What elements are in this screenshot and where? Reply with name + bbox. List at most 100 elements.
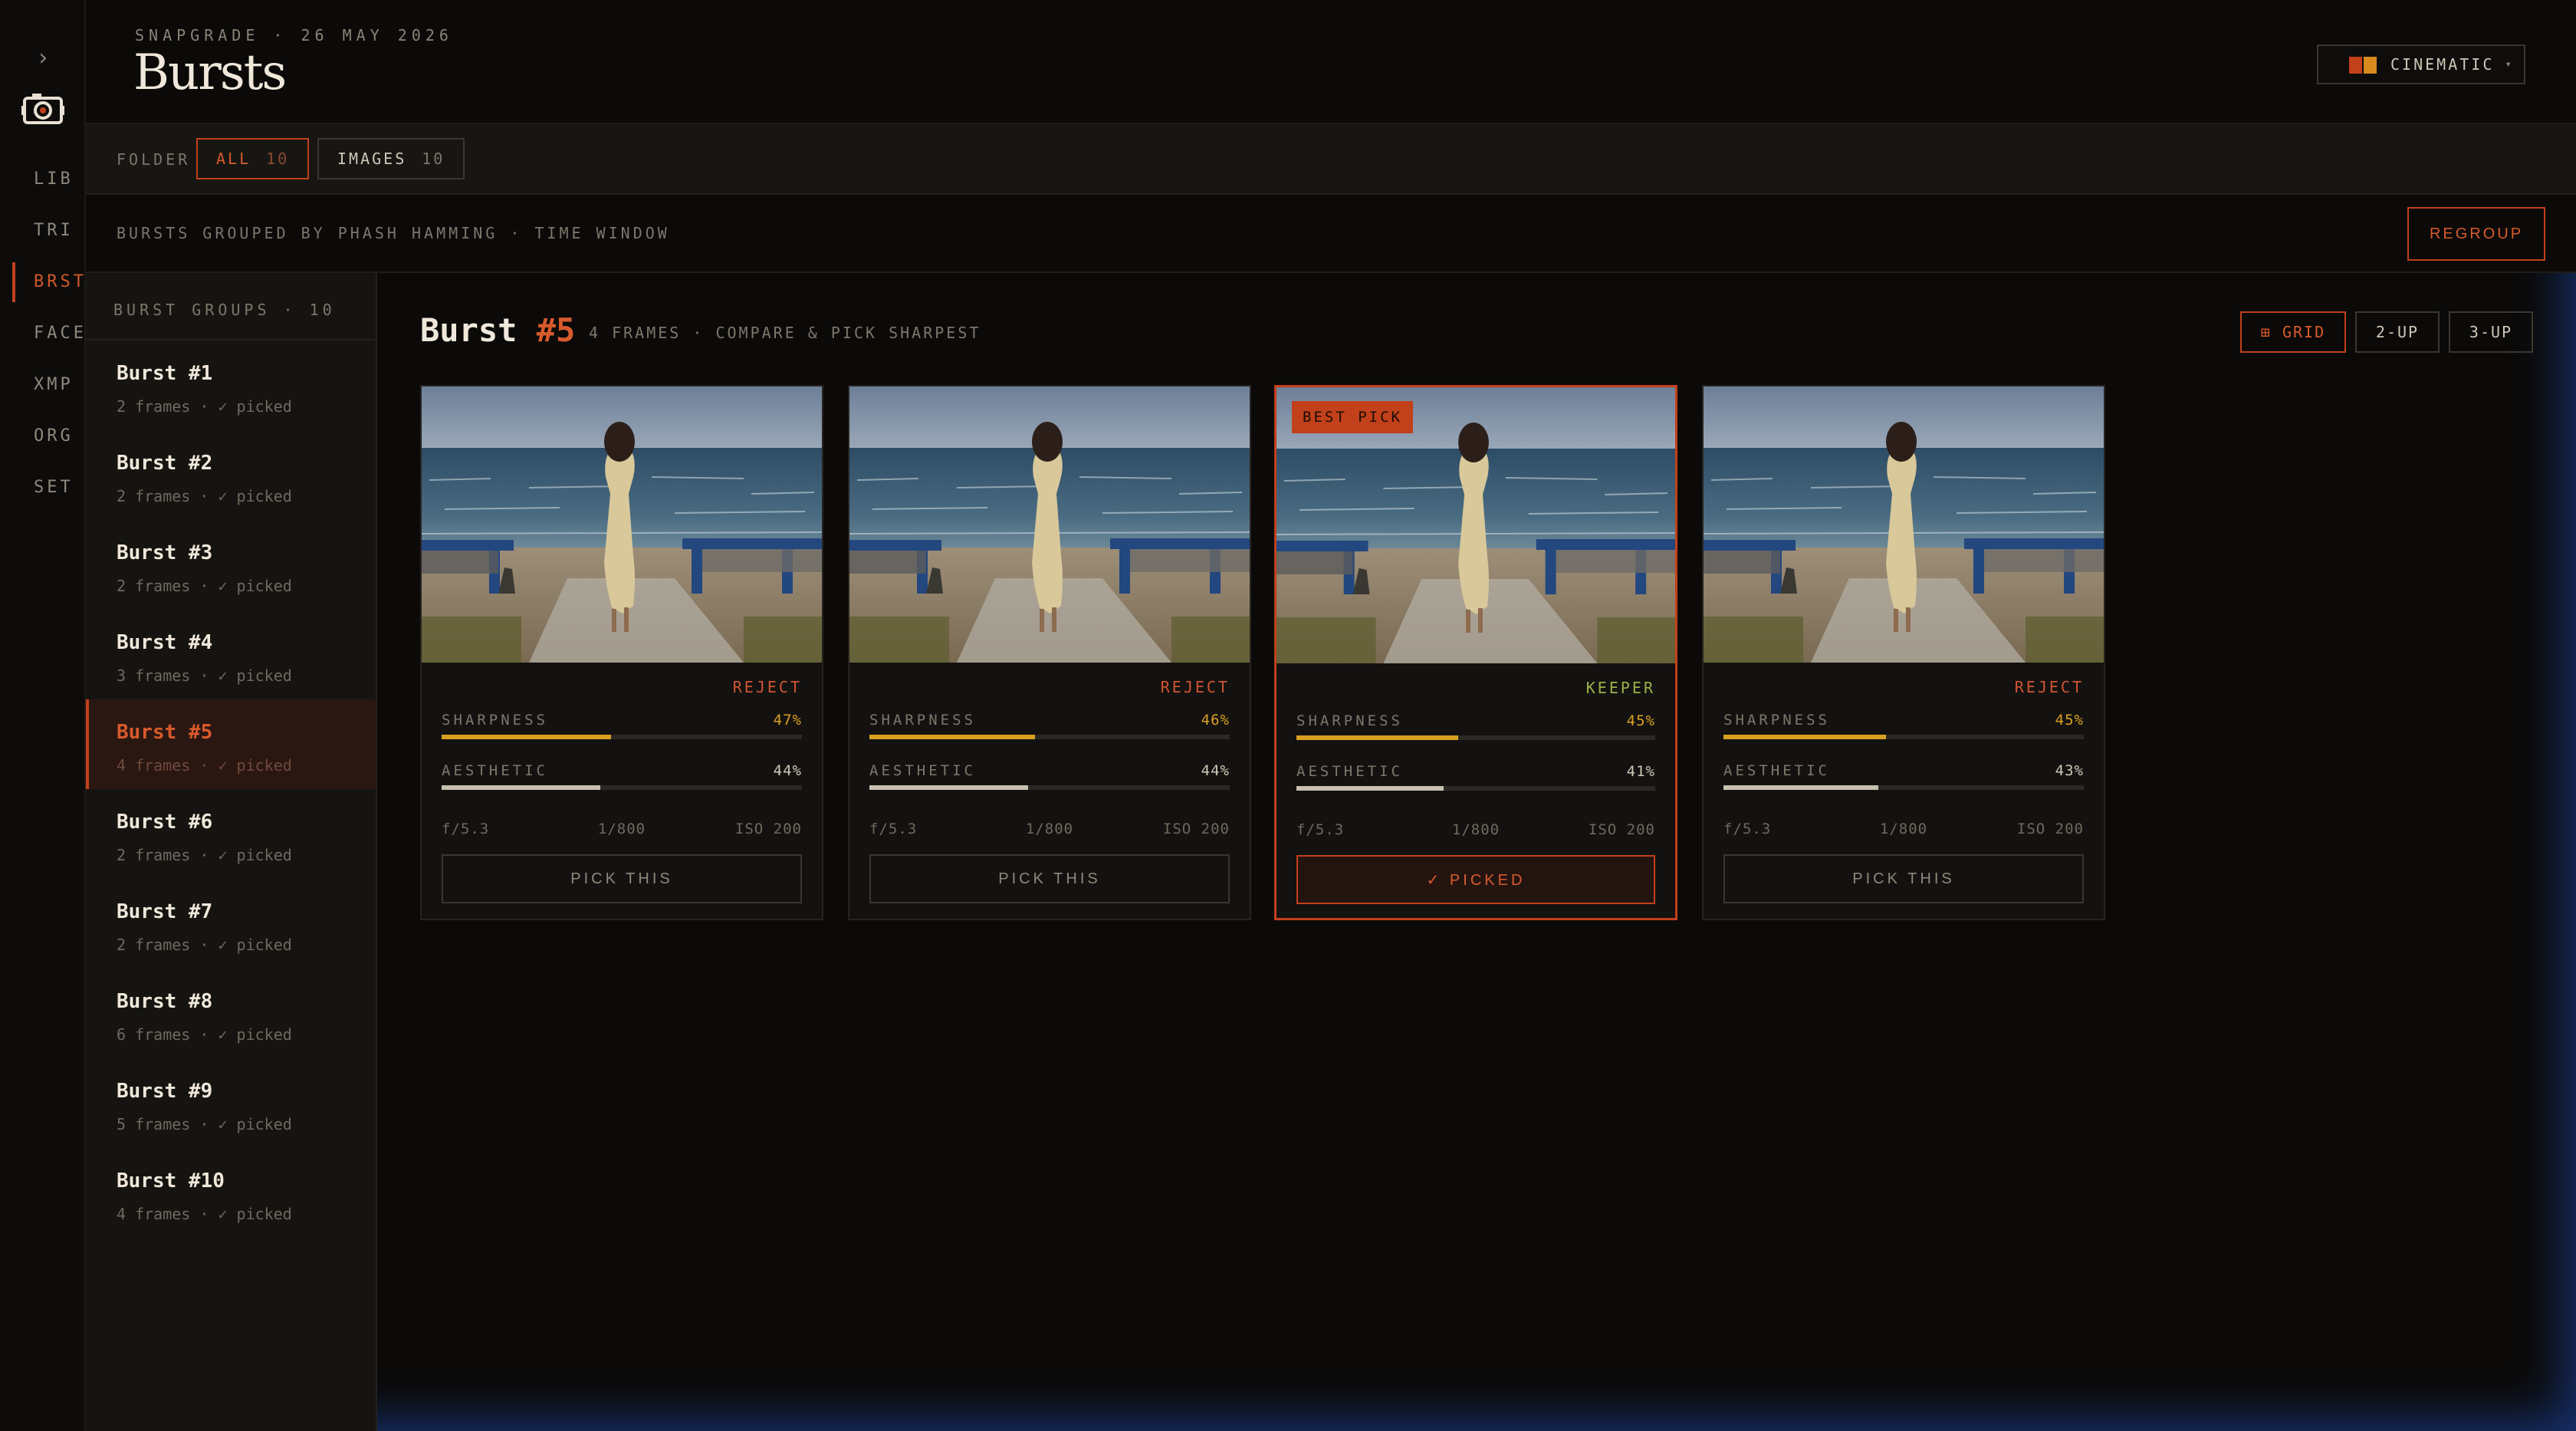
burst-group-name: Burst #10: [117, 1169, 225, 1192]
burst-group-name: Burst #5: [117, 721, 213, 744]
metric-bar-fill: [442, 785, 600, 790]
burst-group-name: Burst #7: [117, 900, 213, 923]
metric-value: 41%: [1626, 763, 1655, 780]
burst-title: Burst #5: [420, 311, 575, 349]
frame-thumbnail[interactable]: [1704, 387, 2104, 663]
burst-group-name: Burst #1: [117, 362, 213, 385]
chip-count: 10: [422, 150, 445, 168]
folder-chip-images[interactable]: IMAGES 10: [317, 138, 465, 179]
folder-chip-all[interactable]: ALL 10: [196, 138, 310, 179]
metric-bar: [869, 785, 1230, 790]
burst-group-sub: 2 frames · ✓ picked: [117, 397, 292, 416]
frame-thumbnail[interactable]: [422, 387, 822, 663]
burst-group-sub: 4 frames · ✓ picked: [117, 1205, 292, 1223]
exif-shutter: 1/800: [1451, 821, 1500, 838]
rail-item-library[interactable]: LIB: [0, 160, 86, 199]
metric-bar: [442, 735, 802, 739]
metric-bar-fill: [1296, 786, 1444, 791]
burst-subtitle: 4 FRAMES · COMPARE & PICK SHARPEST: [589, 324, 981, 342]
rail-item-faces[interactable]: FACE: [0, 314, 86, 354]
view-2up-button[interactable]: 2-UP: [2355, 311, 2440, 353]
left-rail: › LIB TRI BRST FACE XMP ORG SET: [0, 0, 86, 1431]
metric-label: AESTHETIC: [1723, 762, 1830, 779]
burst-group-item-selected[interactable]: Burst #5 4 frames · ✓ picked: [86, 699, 376, 789]
exif-shutter: 1/800: [597, 821, 646, 837]
view-3up-button[interactable]: 3-UP: [2449, 311, 2533, 353]
burst-group-sub: 2 frames · ✓ picked: [117, 846, 292, 864]
theme-swatch-icon: [2349, 57, 2377, 74]
rail-item-settings[interactable]: SET: [0, 468, 86, 508]
header-meta: SNAPGRADE · 26 MAY 2026: [135, 26, 453, 44]
burst-group-item[interactable]: Burst #8 6 frames · ✓ picked: [86, 969, 376, 1058]
burst-group-sub: 2 frames · ✓ picked: [117, 577, 292, 595]
burst-group-item[interactable]: Burst #3 2 frames · ✓ picked: [86, 520, 376, 610]
chip-count: 10: [266, 150, 290, 168]
exif-iso: ISO 200: [734, 821, 802, 837]
metric-label: SHARPNESS: [1296, 712, 1403, 729]
metric-bar: [1723, 785, 2084, 790]
burst-title-number: #5: [536, 311, 576, 349]
burst-group-item[interactable]: Burst #4 3 frames · ✓ picked: [86, 610, 376, 699]
frame-card-best[interactable]: BEST PICK KEEPER SHARPNESS 45% AESTHETIC 41% f…: [1274, 385, 1677, 920]
metric-bar-fill: [869, 735, 1036, 739]
burst-group-item[interactable]: Burst #1 2 frames · ✓ picked: [86, 340, 376, 430]
burst-group-item[interactable]: Burst #9 5 frames · ✓ picked: [86, 1058, 376, 1148]
frame-card[interactable]: REJECT SHARPNESS 46% AESTHETIC 44% f/5.3 1/800…: [848, 385, 1251, 920]
rail-item-bursts[interactable]: BRST: [0, 262, 86, 302]
metric-value: 43%: [2055, 762, 2084, 779]
regroup-button[interactable]: REGROUP: [2407, 207, 2545, 261]
metric-value: 47%: [773, 712, 802, 729]
picked-button[interactable]: ✓ PICKED: [1296, 855, 1655, 904]
metric-label: SHARPNESS: [1723, 712, 1830, 729]
burst-group-item[interactable]: Burst #10 4 frames · ✓ picked: [86, 1148, 376, 1238]
burst-group-sub: 3 frames · ✓ picked: [117, 666, 292, 685]
metric-bar-fill: [869, 785, 1028, 790]
expand-rail-icon[interactable]: ›: [36, 44, 50, 71]
page-title: Bursts: [133, 44, 287, 101]
rail-item-xmp[interactable]: XMP: [0, 365, 86, 405]
burst-groups-panel: BURST GROUPS · 10 Burst #1 2 frames · ✓ …: [86, 273, 377, 1431]
metric-label: AESTHETIC: [869, 762, 976, 779]
grouping-info-bar: BURSTS GROUPED BY PHASH HAMMING · TIME W…: [86, 195, 2576, 273]
metric-bar: [1723, 735, 2084, 739]
exif-row: f/5.3 1/800 ISO 200: [442, 821, 802, 841]
metric-row: AESTHETIC 44%: [442, 762, 802, 793]
exif-aperture: f/5.3: [869, 821, 918, 837]
metric-bar-fill: [442, 735, 611, 739]
metric-label: SHARPNESS: [869, 712, 976, 729]
verdict-label: REJECT: [2014, 678, 2084, 696]
burst-group-item[interactable]: Burst #6 2 frames · ✓ picked: [86, 789, 376, 879]
chip-label: ALL: [216, 150, 251, 168]
metric-bar: [1296, 735, 1655, 740]
exif-row: f/5.3 1/800 ISO 200: [1723, 821, 2084, 841]
theme-dropdown[interactable]: CINEMATIC ▾: [2317, 44, 2525, 84]
page-header: SNAPGRADE · 26 MAY 2026 Bursts CINEMATIC…: [86, 0, 2576, 124]
rail-item-organize[interactable]: ORG: [0, 416, 86, 456]
rail-item-triage[interactable]: TRI: [0, 211, 86, 251]
verdict-label: REJECT: [1160, 678, 1230, 696]
frame-thumbnail[interactable]: [849, 387, 1250, 663]
frame-card[interactable]: REJECT SHARPNESS 47% AESTHETIC 44% f/5.3 1/800…: [420, 385, 823, 920]
burst-group-sub: 2 frames · ✓ picked: [117, 487, 292, 505]
burst-group-item[interactable]: Burst #7 2 frames · ✓ picked: [86, 879, 376, 969]
metric-label: AESTHETIC: [442, 762, 548, 779]
pick-this-button[interactable]: PICK THIS: [442, 854, 802, 903]
metric-value: 46%: [1201, 712, 1230, 729]
burst-group-name: Burst #8: [117, 990, 213, 1013]
metric-row: SHARPNESS 46%: [869, 712, 1230, 742]
metric-value: 44%: [773, 762, 802, 779]
burst-group-sub: 4 frames · ✓ picked: [117, 756, 292, 775]
metric-bar-fill: [1723, 735, 1886, 739]
metric-row: SHARPNESS 45%: [1723, 712, 2084, 742]
view-grid-button[interactable]: ⊞ GRID: [2240, 311, 2346, 353]
burst-group-item[interactable]: Burst #2 2 frames · ✓ picked: [86, 430, 376, 520]
frame-card[interactable]: REJECT SHARPNESS 45% AESTHETIC 43% f/5.3 1/800…: [1702, 385, 2105, 920]
app-window: › LIB TRI BRST FACE XMP ORG SET SNAPGRAD…: [0, 0, 2576, 1431]
metric-bar: [442, 785, 802, 790]
burst-group-name: Burst #3: [117, 541, 213, 564]
folder-filter-bar: FOLDER ALL 10 IMAGES 10: [86, 124, 2576, 195]
pick-this-button[interactable]: PICK THIS: [869, 854, 1230, 903]
burst-group-name: Burst #2: [117, 452, 213, 475]
pick-this-button[interactable]: PICK THIS: [1723, 854, 2084, 903]
metric-value: 45%: [2055, 712, 2084, 729]
